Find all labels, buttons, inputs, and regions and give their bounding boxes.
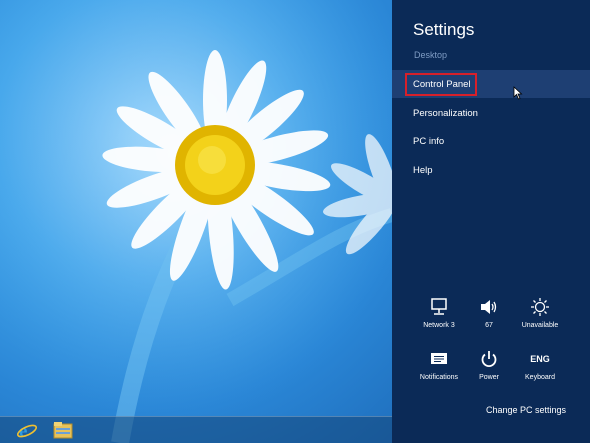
internet-explorer-icon[interactable]: e [16,420,38,440]
menu-item-personalization[interactable]: Personalization [392,99,590,127]
quick-label: Keyboard [525,374,555,381]
taskbar: e [0,416,392,443]
power-icon [481,351,497,368]
quick-label: Unavailable [521,322,559,329]
file-explorer-icon[interactable] [52,420,74,440]
desktop-wallpaper: e [0,0,392,443]
menu-item-help[interactable]: Help [392,156,590,184]
menu-item-label: Help [413,164,433,176]
menu-item-label: PC info [413,135,445,147]
settings-charm-panel: Settings Desktop Control Panel Personali… [392,0,590,443]
settings-title: Settings [413,20,475,39]
mouse-cursor-icon [513,86,523,100]
settings-context: Desktop [414,50,448,60]
quick-keyboard-button[interactable]: ENG Keyboard [510,348,570,388]
keyboard-icon: ENG [530,354,550,364]
menu-item-pc-info[interactable]: PC info [392,127,590,155]
volume-icon [481,300,497,314]
daisy-wallpaper-image [0,0,392,443]
notifications-icon [431,353,447,364]
menu-item-label: Personalization [413,107,478,119]
brightness-icon [531,298,549,316]
quick-brightness-button[interactable]: Unavailable [510,296,570,336]
highlight-box [405,73,477,96]
network-icon [431,298,447,315]
change-pc-settings-link[interactable]: Change PC settings [486,405,566,415]
